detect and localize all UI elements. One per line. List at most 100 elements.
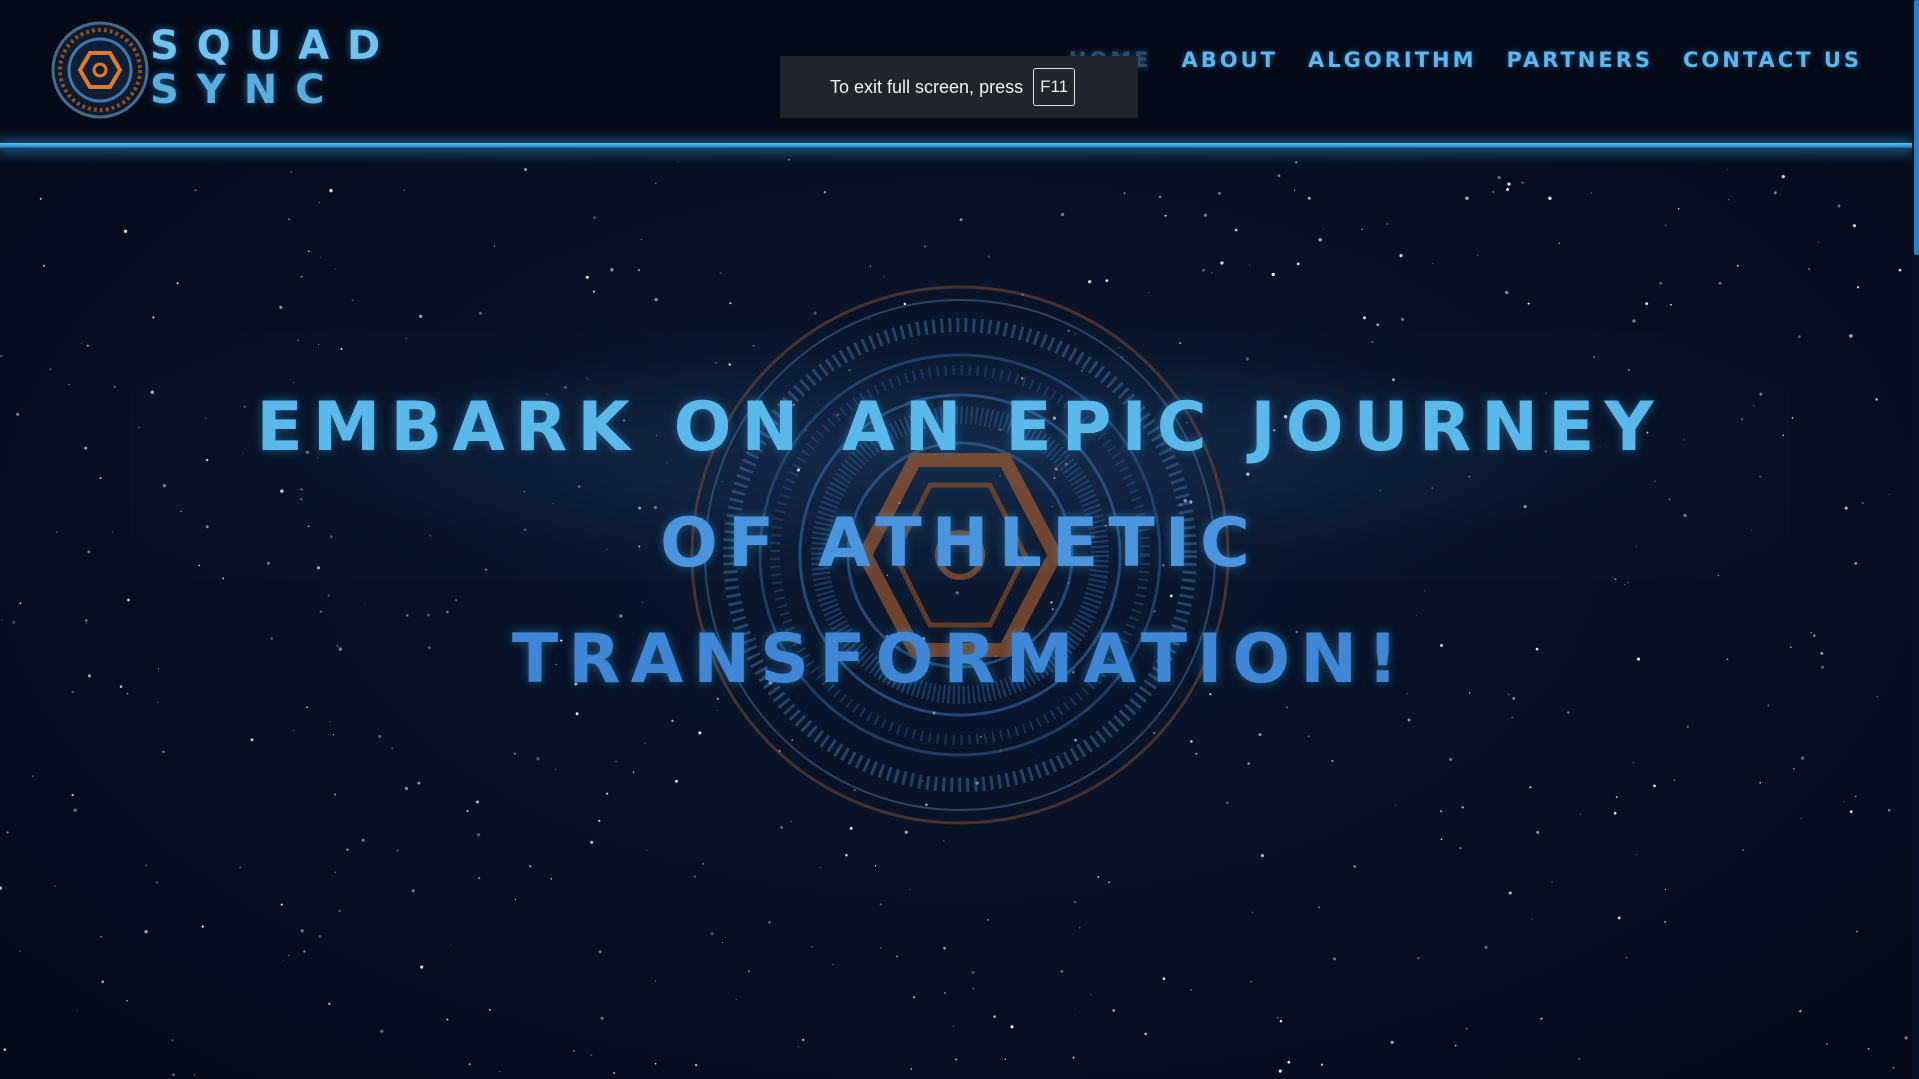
star [144, 930, 148, 934]
star [0, 886, 2, 890]
star [1728, 198, 1731, 201]
star [832, 963, 834, 966]
star [488, 1009, 491, 1011]
scrollbar-track[interactable] [1912, 0, 1919, 1079]
star [1248, 264, 1250, 266]
nav-about[interactable]: About [1181, 48, 1278, 72]
star [1670, 303, 1672, 306]
star [593, 216, 596, 220]
star [1251, 911, 1253, 914]
star [332, 734, 335, 736]
star [468, 1063, 471, 1066]
main-nav: Home About Algorithm Partners Contact Us [1069, 48, 1862, 72]
star [493, 245, 496, 247]
star [1876, 696, 1878, 698]
star [1898, 268, 1902, 272]
star [1551, 881, 1553, 883]
star [1653, 784, 1656, 788]
star [87, 550, 91, 554]
star [1861, 501, 1864, 505]
scrollbar-thumb[interactable] [1914, 0, 1919, 255]
star [655, 980, 657, 982]
star [883, 275, 885, 278]
star [1333, 957, 1336, 961]
star [1808, 268, 1811, 270]
star [1278, 1069, 1282, 1073]
star [1837, 204, 1841, 208]
star [1164, 214, 1167, 217]
star [307, 250, 310, 253]
star [610, 268, 614, 272]
star [1664, 921, 1666, 923]
star [655, 182, 657, 184]
star [1400, 317, 1405, 321]
star [279, 305, 283, 309]
star [1497, 176, 1501, 180]
star [1399, 253, 1403, 258]
star [606, 792, 609, 795]
star [391, 747, 393, 750]
star [303, 950, 306, 953]
star [1635, 853, 1637, 856]
star [1904, 1036, 1908, 1040]
star [361, 838, 365, 842]
star [1508, 891, 1512, 895]
star [71, 690, 75, 694]
star [1407, 718, 1411, 722]
star [1247, 762, 1250, 765]
star [1854, 562, 1858, 565]
star [768, 921, 771, 924]
star [944, 992, 946, 994]
star [701, 862, 705, 865]
star [450, 944, 452, 946]
star [1210, 272, 1213, 274]
star [300, 929, 304, 933]
star [123, 229, 128, 233]
star [56, 531, 58, 533]
star [346, 848, 349, 851]
nav-contact-us[interactable]: Contact Us [1683, 48, 1862, 72]
star [1449, 758, 1453, 761]
star [1190, 989, 1193, 991]
star [959, 218, 963, 222]
star [1852, 224, 1856, 228]
star [1726, 168, 1728, 170]
star [909, 888, 911, 890]
star [1144, 1032, 1148, 1036]
star [1258, 733, 1262, 736]
page: SQUAD SYNC Home About Algorithm Partners… [0, 0, 1919, 1079]
star [874, 865, 877, 867]
star [797, 1046, 799, 1048]
star [1353, 865, 1356, 868]
star [1633, 762, 1635, 764]
star [239, 866, 242, 869]
star [555, 768, 557, 771]
logo-icon[interactable] [50, 20, 150, 120]
star [943, 946, 946, 950]
star [1741, 848, 1745, 852]
star [1459, 847, 1462, 850]
star [280, 903, 283, 906]
star [585, 275, 589, 279]
star [1317, 906, 1320, 909]
star [654, 1062, 657, 1065]
nav-partners[interactable]: Partners [1507, 48, 1653, 72]
star [1296, 262, 1300, 266]
star [54, 885, 57, 888]
brand-name[interactable]: SQUAD SYNC [150, 24, 398, 112]
star [288, 218, 291, 221]
header-divider [0, 143, 1912, 149]
star [952, 1025, 955, 1027]
hero-line-1: Embark on an epic journey [256, 388, 1664, 467]
star [987, 255, 990, 258]
star [6, 831, 9, 834]
star [1440, 810, 1443, 813]
star [637, 269, 640, 272]
star [819, 867, 821, 869]
star [879, 946, 882, 949]
star [19, 602, 22, 605]
star [1492, 191, 1495, 193]
nav-algorithm[interactable]: Algorithm [1308, 48, 1477, 72]
star [993, 1015, 997, 1019]
star [1073, 900, 1077, 904]
